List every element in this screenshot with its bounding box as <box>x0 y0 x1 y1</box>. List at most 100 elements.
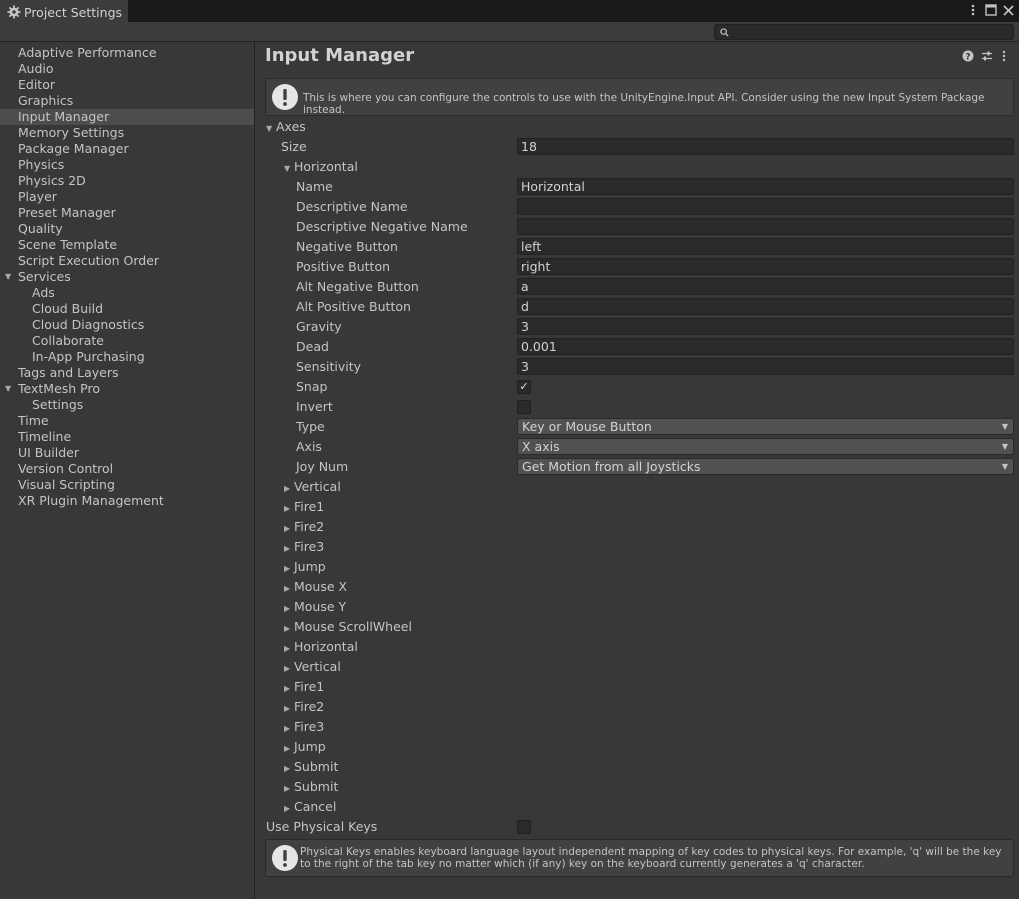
sidebar-item-label: Settings <box>32 397 84 412</box>
axis-foldout-submit[interactable]: ▶ Submit <box>284 758 338 776</box>
collapse-triangle-icon: ▶ <box>284 584 291 593</box>
help-icon[interactable]: ? <box>962 50 974 62</box>
search-input[interactable] <box>733 25 1011 39</box>
joy-num-dropdown[interactable]: Get Motion from all Joysticks ▼ <box>517 458 1014 475</box>
sidebar-item-cloud-build[interactable]: Cloud Build <box>0 301 254 317</box>
sidebar-item-label: Physics <box>18 157 65 172</box>
alt-positive-button-field[interactable]: d <box>517 298 1014 315</box>
sidebar-item-cloud-diagnostics[interactable]: Cloud Diagnostics <box>0 317 254 333</box>
expand-triangle-icon[interactable]: ▼ <box>5 381 11 397</box>
tab-project-settings[interactable]: Project Settings <box>0 0 128 22</box>
axis-foldout-cancel[interactable]: ▶ Cancel <box>284 798 336 816</box>
sidebar-item-player[interactable]: Player <box>0 189 254 205</box>
axis-foldout-fire2[interactable]: ▶ Fire2 <box>284 518 324 536</box>
sidebar-item-label: Input Manager <box>18 109 110 124</box>
axis-foldout-fire3[interactable]: ▶ Fire3 <box>284 538 324 556</box>
sidebar-item-services[interactable]: ▼ Services <box>0 269 254 285</box>
axis-foldout-mouse-y[interactable]: ▶ Mouse Y <box>284 598 346 616</box>
sidebar-item-script-execution-order[interactable]: Script Execution Order <box>0 253 254 269</box>
kebab-menu-icon[interactable] <box>969 3 977 17</box>
axis-foldout-fire2[interactable]: ▶ Fire2 <box>284 698 324 716</box>
collapse-triangle-icon: ▶ <box>284 564 291 573</box>
sidebar-item-quality[interactable]: Quality <box>0 221 254 237</box>
dead-field[interactable]: 0.001 <box>517 338 1014 355</box>
info-message: This is where you can configure the cont… <box>303 92 985 116</box>
name-field[interactable]: Horizontal <box>517 178 1014 195</box>
sidebar-item-memory-settings[interactable]: Memory Settings <box>0 125 254 141</box>
input-manager-panel: Input Manager ? This is where you can co… <box>256 42 1019 899</box>
horizontal-foldout[interactable]: ▼ Horizontal <box>284 158 358 176</box>
gravity-field[interactable]: 3 <box>517 318 1014 335</box>
sidebar-item-scene-template[interactable]: Scene Template <box>0 237 254 253</box>
size-field[interactable]: 18 <box>517 138 1014 155</box>
axis-foldout-mouse-x[interactable]: ▶ Mouse X <box>284 578 347 596</box>
axis-foldout-label: Fire3 <box>294 719 325 734</box>
axis-dropdown[interactable]: X axis ▼ <box>517 438 1014 455</box>
sidebar-item-textmesh-pro[interactable]: ▼ TextMesh Pro <box>0 381 254 397</box>
axis-foldout-label: Fire2 <box>294 519 325 534</box>
sidebar-item-editor[interactable]: Editor <box>0 77 254 93</box>
axis-foldout-vertical[interactable]: ▶ Vertical <box>284 478 341 496</box>
sidebar-item-graphics[interactable]: Graphics <box>0 93 254 109</box>
positive-button-field[interactable]: right <box>517 258 1014 275</box>
axis-foldout-fire1[interactable]: ▶ Fire1 <box>284 498 324 516</box>
type-dropdown[interactable]: Key or Mouse Button ▼ <box>517 418 1014 435</box>
sidebar-item-audio[interactable]: Audio <box>0 61 254 77</box>
sidebar-item-input-manager[interactable]: Input Manager <box>0 109 254 125</box>
sidebar-item-physics-2d[interactable]: Physics 2D <box>0 173 254 189</box>
descriptive-negative-name-field[interactable] <box>517 218 1014 235</box>
use-physical-keys-checkbox[interactable] <box>517 820 531 834</box>
collapse-triangle-icon: ▶ <box>284 744 291 753</box>
sidebar-item-tags-and-layers[interactable]: Tags and Layers <box>0 365 254 381</box>
collapse-triangle-icon: ▶ <box>284 764 291 773</box>
axis-foldout-fire3[interactable]: ▶ Fire3 <box>284 718 324 736</box>
negative-button-field[interactable]: left <box>517 238 1014 255</box>
more-icon[interactable] <box>1001 50 1007 62</box>
snap-checkbox[interactable]: ✓ <box>517 380 531 394</box>
axis-foldout-label: Submit <box>294 779 339 794</box>
preset-icon[interactable] <box>981 50 993 62</box>
sidebar-item-ui-builder[interactable]: UI Builder <box>0 445 254 461</box>
negative-button-label: Negative Button <box>296 239 398 254</box>
sidebar-item-label: Player <box>18 189 57 204</box>
descriptive-name-field[interactable] <box>517 198 1014 215</box>
sensitivity-field[interactable]: 3 <box>517 358 1014 375</box>
axis-foldout-mouse-scrollwheel[interactable]: ▶ Mouse ScrollWheel <box>284 618 412 636</box>
search-field[interactable] <box>714 24 1014 40</box>
sidebar-item-xr-plugin-management[interactable]: XR Plugin Management <box>0 493 254 509</box>
axis-foldout-jump[interactable]: ▶ Jump <box>284 738 326 756</box>
maximize-icon[interactable] <box>985 4 997 16</box>
close-icon[interactable] <box>1003 5 1014 16</box>
axis-foldout-label: Fire1 <box>294 679 325 694</box>
axis-foldout-label: Cancel <box>294 799 337 814</box>
alt-negative-button-field[interactable]: a <box>517 278 1014 295</box>
axis-foldout-vertical[interactable]: ▶ Vertical <box>284 658 341 676</box>
sidebar-item-timeline[interactable]: Timeline <box>0 429 254 445</box>
axis-foldout-horizontal[interactable]: ▶ Horizontal <box>284 638 358 656</box>
sidebar-item-in-app-purchasing[interactable]: In-App Purchasing <box>0 349 254 365</box>
tab-label: Project Settings <box>24 4 123 20</box>
axis-foldout-label: Jump <box>294 739 326 754</box>
sidebar-item-package-manager[interactable]: Package Manager <box>0 141 254 157</box>
axis-foldout-jump[interactable]: ▶ Jump <box>284 558 326 576</box>
axis-foldout-fire1[interactable]: ▶ Fire1 <box>284 678 324 696</box>
sidebar-item-physics[interactable]: Physics <box>0 157 254 173</box>
expand-triangle-icon[interactable]: ▼ <box>5 269 11 285</box>
axis-foldout-label: Mouse Y <box>294 599 347 614</box>
sidebar-item-time[interactable]: Time <box>0 413 254 429</box>
sidebar-item-ads[interactable]: Ads <box>0 285 254 301</box>
axis-foldout-submit[interactable]: ▶ Submit <box>284 778 338 796</box>
physical-keys-helpbox: Physical Keys enables keyboard language … <box>265 839 1014 877</box>
axis-foldout-label: Vertical <box>294 479 341 494</box>
sidebar-item-textmesh-settings[interactable]: Settings <box>0 397 254 413</box>
axis-foldout-label: Mouse ScrollWheel <box>294 619 412 634</box>
axes-foldout[interactable]: ▼ Axes <box>266 118 306 136</box>
sidebar-item-label: In-App Purchasing <box>32 349 145 364</box>
invert-checkbox[interactable] <box>517 400 531 414</box>
sidebar-item-adaptive-performance[interactable]: Adaptive Performance <box>0 45 254 61</box>
sidebar-item-collaborate[interactable]: Collaborate <box>0 333 254 349</box>
sidebar-item-version-control[interactable]: Version Control <box>0 461 254 477</box>
sidebar-item-visual-scripting[interactable]: Visual Scripting <box>0 477 254 493</box>
sidebar-item-preset-manager[interactable]: Preset Manager <box>0 205 254 221</box>
search-icon <box>720 28 729 37</box>
